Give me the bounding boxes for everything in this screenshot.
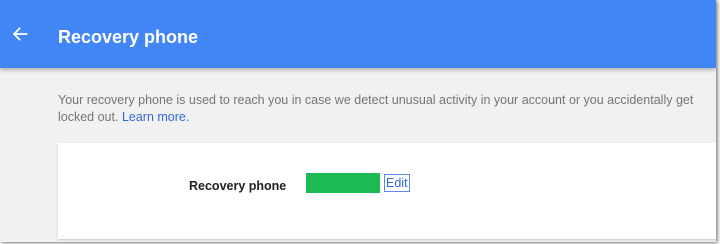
edit-button[interactable]: Edit — [384, 174, 410, 192]
learn-more-link[interactable]: Learn more. — [122, 110, 189, 124]
recovery-phone-card: Recovery phone Edit — [58, 143, 716, 239]
page-title: Recovery phone — [58, 27, 199, 47]
app-bar: Recovery phone — [0, 0, 716, 68]
back-button[interactable] — [10, 24, 30, 44]
settings-window: Recovery phone Your recovery phone is us… — [0, 0, 716, 242]
phone-number-value — [306, 173, 380, 193]
recovery-phone-label: Recovery phone — [189, 179, 287, 193]
arrow-left-icon — [12, 27, 28, 41]
description-text: Your recovery phone is used to reach you… — [58, 92, 698, 126]
